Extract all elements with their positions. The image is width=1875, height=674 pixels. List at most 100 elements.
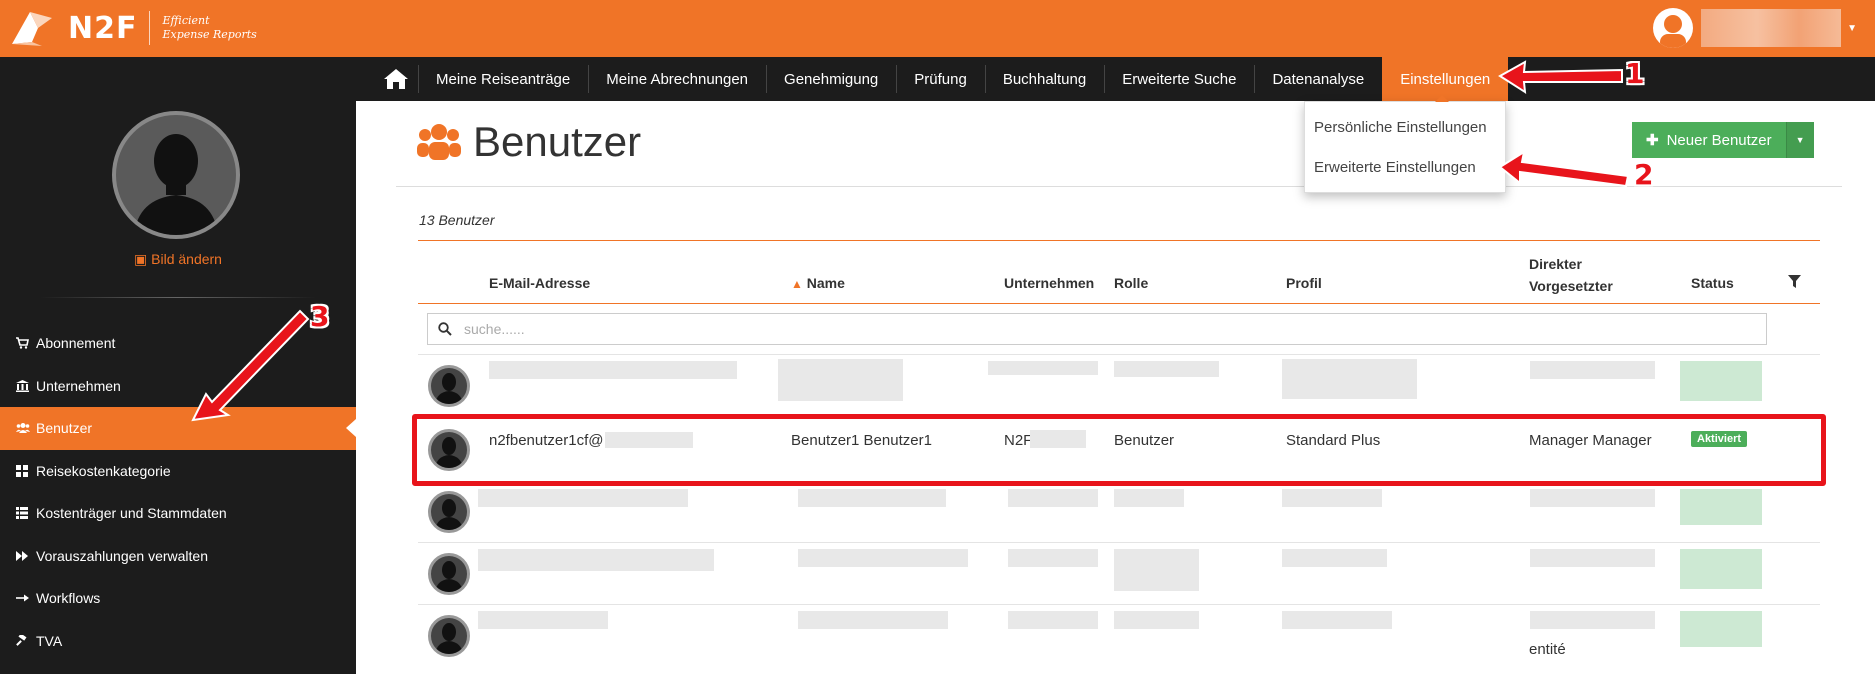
header-status[interactable]: Status [1691, 275, 1734, 291]
logo-mark-icon [8, 8, 60, 48]
avatar [428, 365, 470, 407]
new-user-label: Neuer Benutzer [1666, 131, 1772, 149]
top-header: N2F Efficient Expense Reports ▼ [0, 0, 1875, 57]
redacted-profile [1282, 359, 1417, 399]
profile-picture[interactable] [112, 111, 240, 239]
plus-icon: ✚ [1646, 132, 1659, 149]
nav-erweiterte-suche[interactable]: Erweiterte Suche [1104, 57, 1254, 101]
avatar [428, 491, 470, 533]
tagline-line-1: Efficient [162, 14, 210, 27]
change-picture-label: Bild ändern [151, 251, 222, 267]
change-picture-link[interactable]: ▣ Bild ändern [0, 251, 356, 268]
nav-pruefung[interactable]: Prüfung [896, 57, 985, 101]
bank-icon [16, 379, 32, 392]
image-icon: ▣ [134, 251, 152, 267]
nav-datenanalyse[interactable]: Datenanalyse [1254, 57, 1382, 101]
sidebar-item-workflows[interactable]: Workflows [0, 577, 356, 620]
sort-asc-icon: ▲ [791, 277, 803, 291]
title-divider [396, 186, 1842, 187]
redacted-company [988, 361, 1098, 375]
sidebar-item-label: Unternehmen [36, 377, 121, 394]
avatar [428, 553, 470, 595]
header-name[interactable]: ▲ Name [791, 275, 845, 291]
redacted-email [478, 549, 714, 571]
redacted-manager [1530, 361, 1655, 379]
redacted-email [478, 489, 688, 507]
search-input[interactable] [464, 321, 1064, 337]
annotation-number-1: 1 [1625, 57, 1645, 90]
tagline-line-2: Expense Reports [162, 28, 257, 41]
redacted-email [489, 361, 737, 379]
sidebar-divider [40, 297, 316, 298]
user-menu[interactable]: ▼ [1653, 8, 1857, 48]
grid-icon [16, 464, 32, 477]
redacted-name [798, 611, 948, 629]
redacted-profile [1282, 611, 1392, 629]
header-profile[interactable]: Profil [1286, 275, 1322, 291]
redacted-company [1008, 549, 1098, 567]
redacted-role [1114, 549, 1199, 591]
header-manager-line2: Vorgesetzter [1529, 278, 1613, 294]
sidebar-item-kostentraeger[interactable]: Kostenträger und Stammdaten [0, 492, 356, 535]
cell-manager-fragment: entité [1529, 641, 1566, 658]
user-name-redacted [1701, 9, 1842, 47]
fast-forward-icon [16, 550, 32, 562]
highlight-box [412, 414, 1826, 486]
redacted-status [1680, 361, 1762, 401]
sidebar-item-label: Reisekostenkategorie [36, 462, 171, 479]
redacted-email [478, 611, 608, 629]
table-row[interactable] [418, 354, 1820, 418]
brand-name: N2F [68, 10, 138, 46]
sidebar-item-unternehmen[interactable]: Unternehmen [0, 365, 356, 408]
redacted-name [798, 549, 968, 567]
sidebar-item-reisekostenkategorie[interactable]: Reisekostenkategorie [0, 450, 356, 493]
menu-item-erweiterte-einstellungen[interactable]: Erweiterte Einstellungen [1305, 147, 1505, 187]
table-row[interactable] [418, 482, 1820, 542]
nav-meine-reiseantraege[interactable]: Meine Reiseanträge [418, 57, 588, 101]
page-title: Benutzer [473, 118, 642, 165]
avatar [428, 615, 470, 657]
redacted-role [1114, 611, 1199, 629]
sidebar-item-label: Abonnement [36, 335, 116, 352]
header-role[interactable]: Rolle [1114, 275, 1148, 291]
header-manager-line1: Direkter [1529, 256, 1582, 272]
redacted-manager [1530, 549, 1655, 567]
redacted-profile [1282, 549, 1387, 567]
nav-meine-abrechnungen[interactable]: Meine Abrechnungen [588, 57, 766, 101]
n2f-logo[interactable]: N2F Efficient Expense Reports [8, 6, 257, 50]
redacted-name [798, 489, 946, 507]
redacted-role [1114, 361, 1219, 377]
page-header: Benutzer [417, 118, 641, 166]
sidebar-item-tva[interactable]: TVA [0, 620, 356, 663]
filter-icon[interactable] [1788, 275, 1801, 291]
table-row[interactable] [418, 542, 1820, 604]
user-count: 13 Benutzer [419, 212, 495, 228]
list-icon [16, 507, 32, 520]
settings-dropdown: Persönliche Einstellungen Erweiterte Ein… [1304, 95, 1506, 193]
caret-down-icon[interactable]: ▼ [1847, 23, 1857, 34]
redacted-company [1008, 489, 1098, 507]
sidebar-item-label: Benutzer [36, 420, 93, 437]
header-name-label: Name [806, 275, 845, 291]
new-user-button[interactable]: ✚ Neuer Benutzer [1632, 122, 1786, 158]
redacted-name [778, 359, 903, 401]
home-icon[interactable] [374, 57, 418, 101]
redacted-status [1680, 549, 1762, 589]
menu-item-persoenliche-einstellungen[interactable]: Persönliche Einstellungen [1305, 107, 1505, 147]
sidebar-item-label: Kostenträger und Stammdaten [36, 505, 227, 522]
new-user-dropdown-toggle[interactable]: ▼ [1785, 122, 1814, 158]
caret-down-icon: ▼ [1795, 135, 1805, 145]
redacted-role [1114, 489, 1184, 507]
sidebar-item-benutzer[interactable]: Benutzer [0, 407, 356, 450]
profile-silhouette-icon [134, 134, 218, 235]
nav-buchhaltung[interactable]: Buchhaltung [984, 57, 1104, 101]
table-row[interactable]: entité [418, 604, 1820, 674]
sidebar-item-vorauszahlungen[interactable]: Vorauszahlungen verwalten [0, 535, 356, 578]
users-icon [16, 422, 32, 434]
user-avatar[interactable] [1653, 8, 1694, 48]
header-manager[interactable]: Direkter Vorgesetzter [1529, 253, 1613, 297]
header-company[interactable]: Unternehmen [1004, 275, 1094, 291]
sidebar-item-abonnement[interactable]: Abonnement [0, 322, 356, 365]
nav-genehmigung[interactable]: Genehmigung [766, 57, 896, 101]
header-email[interactable]: E-Mail-Adresse [489, 275, 590, 291]
